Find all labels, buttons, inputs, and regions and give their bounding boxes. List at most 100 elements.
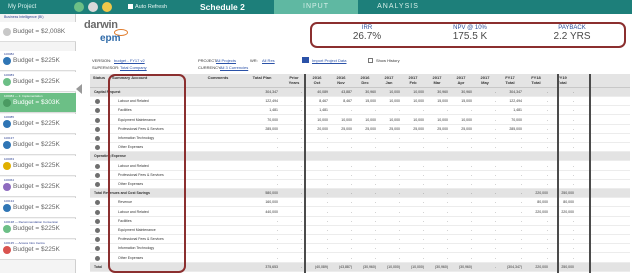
value-cell[interactable]: - bbox=[286, 208, 302, 217]
value-cell[interactable]: 160,000 bbox=[246, 198, 278, 207]
value-cell[interactable]: - bbox=[524, 254, 548, 263]
value-cell[interactable]: - bbox=[378, 208, 400, 217]
value-cell[interactable]: - bbox=[550, 171, 574, 180]
project-card[interactable]: 100082 Budget = $225K bbox=[0, 51, 76, 71]
value-cell[interactable]: - bbox=[306, 189, 328, 198]
status-icon[interactable] bbox=[95, 255, 100, 261]
project-card[interactable]: 100134 Budget = $225K bbox=[0, 198, 76, 218]
value-cell[interactable]: (40,089) bbox=[306, 263, 328, 272]
collapse-sidebar-icon[interactable] bbox=[76, 84, 82, 94]
value-cell[interactable]: 1,481 bbox=[306, 106, 328, 115]
value-cell[interactable]: - bbox=[246, 171, 278, 180]
value-cell[interactable]: - bbox=[354, 254, 376, 263]
value-cell[interactable]: - bbox=[498, 189, 522, 198]
value-cell[interactable]: - bbox=[474, 189, 496, 198]
value-cell[interactable]: - bbox=[450, 189, 472, 198]
value-cell[interactable]: 10,000 bbox=[378, 116, 400, 125]
value-cell[interactable]: - bbox=[354, 226, 376, 235]
value-cell[interactable]: - bbox=[246, 235, 278, 244]
value-cell[interactable]: - bbox=[378, 198, 400, 207]
value-cell[interactable]: - bbox=[474, 171, 496, 180]
value-cell[interactable]: - bbox=[474, 162, 496, 171]
value-cell[interactable]: - bbox=[354, 198, 376, 207]
value-cell[interactable]: 10,000 bbox=[354, 116, 376, 125]
value-cell[interactable]: - bbox=[330, 180, 352, 189]
value-cell[interactable]: 220,000 bbox=[524, 208, 548, 217]
value-cell[interactable]: - bbox=[286, 171, 302, 180]
value-cell[interactable]: 1,481 bbox=[498, 106, 522, 115]
value-cell[interactable]: - bbox=[402, 143, 424, 152]
value-cell[interactable]: - bbox=[286, 125, 302, 134]
value-cell[interactable]: - bbox=[402, 162, 424, 171]
value-cell[interactable]: - bbox=[330, 254, 352, 263]
value-cell[interactable]: - bbox=[306, 143, 328, 152]
value-cell[interactable]: - bbox=[426, 106, 448, 115]
value-cell[interactable]: 43,887 bbox=[330, 88, 352, 97]
value-cell[interactable]: - bbox=[498, 143, 522, 152]
value-cell[interactable]: 30,960 bbox=[426, 88, 448, 97]
value-cell[interactable]: - bbox=[426, 235, 448, 244]
value-cell[interactable]: - bbox=[426, 143, 448, 152]
value-cell[interactable]: - bbox=[426, 171, 448, 180]
value-cell[interactable]: 25,000 bbox=[354, 125, 376, 134]
value-cell[interactable]: - bbox=[550, 235, 574, 244]
value-cell[interactable]: - bbox=[354, 171, 376, 180]
value-cell[interactable]: - bbox=[402, 217, 424, 226]
value-cell[interactable]: - bbox=[286, 254, 302, 263]
import-icon[interactable] bbox=[302, 57, 309, 63]
value-cell[interactable]: - bbox=[286, 97, 302, 106]
value-cell[interactable]: - bbox=[402, 254, 424, 263]
value-cell[interactable]: - bbox=[330, 134, 352, 143]
value-cell[interactable]: - bbox=[306, 235, 328, 244]
value-cell[interactable]: - bbox=[378, 217, 400, 226]
value-cell[interactable]: - bbox=[354, 106, 376, 115]
value-cell[interactable]: (10,000) bbox=[378, 263, 400, 272]
value-cell[interactable]: - bbox=[402, 198, 424, 207]
project-card[interactable]: 100084 — 1: Implementation Budget = $303K bbox=[0, 93, 76, 113]
value-cell[interactable]: 10,000 bbox=[450, 116, 472, 125]
value-cell[interactable]: 25,000 bbox=[426, 125, 448, 134]
value-cell[interactable]: - bbox=[550, 125, 574, 134]
value-cell[interactable]: - bbox=[474, 97, 496, 106]
value-cell[interactable]: - bbox=[306, 162, 328, 171]
value-cell[interactable]: - bbox=[286, 235, 302, 244]
value-cell[interactable]: 10,000 bbox=[378, 88, 400, 97]
value-cell[interactable]: - bbox=[426, 134, 448, 143]
value-cell[interactable]: - bbox=[474, 134, 496, 143]
show-history-checkbox[interactable] bbox=[368, 58, 373, 63]
value-cell[interactable]: - bbox=[354, 244, 376, 253]
value-cell[interactable]: 40,089 bbox=[306, 88, 328, 97]
value-cell[interactable]: - bbox=[550, 217, 574, 226]
value-cell[interactable]: - bbox=[378, 134, 400, 143]
value-cell[interactable]: - bbox=[402, 106, 424, 115]
value-cell[interactable]: - bbox=[378, 254, 400, 263]
value-cell[interactable]: 250,000 bbox=[550, 189, 574, 198]
project-card[interactable]: 100085 Budget = $225K bbox=[0, 114, 76, 134]
value-cell[interactable]: - bbox=[450, 208, 472, 217]
value-cell[interactable]: - bbox=[286, 180, 302, 189]
value-cell[interactable]: - bbox=[378, 226, 400, 235]
value-cell[interactable]: - bbox=[246, 180, 278, 189]
value-cell[interactable]: - bbox=[450, 134, 472, 143]
value-cell[interactable]: - bbox=[330, 235, 352, 244]
value-cell[interactable]: - bbox=[330, 244, 352, 253]
value-cell[interactable]: - bbox=[306, 254, 328, 263]
value-cell[interactable]: - bbox=[354, 143, 376, 152]
value-cell[interactable]: - bbox=[524, 97, 548, 106]
value-cell[interactable]: - bbox=[426, 217, 448, 226]
value-cell[interactable]: 30,960 bbox=[450, 88, 472, 97]
value-cell[interactable]: - bbox=[354, 235, 376, 244]
value-cell[interactable]: - bbox=[498, 226, 522, 235]
value-cell[interactable]: - bbox=[426, 162, 448, 171]
value-cell[interactable]: - bbox=[286, 162, 302, 171]
value-cell[interactable]: - bbox=[306, 198, 328, 207]
value-cell[interactable]: - bbox=[498, 254, 522, 263]
value-cell[interactable]: - bbox=[474, 88, 496, 97]
value-cell[interactable]: - bbox=[474, 226, 496, 235]
import-project-data-link[interactable]: Import Project Data bbox=[312, 58, 346, 63]
value-cell[interactable]: 285,000 bbox=[246, 125, 278, 134]
value-cell[interactable]: - bbox=[550, 226, 574, 235]
currency-select[interactable]: All 3 Currencies bbox=[220, 65, 248, 70]
project-card[interactable]: 100083 Budget = $225K bbox=[0, 72, 76, 92]
value-cell[interactable]: - bbox=[524, 171, 548, 180]
